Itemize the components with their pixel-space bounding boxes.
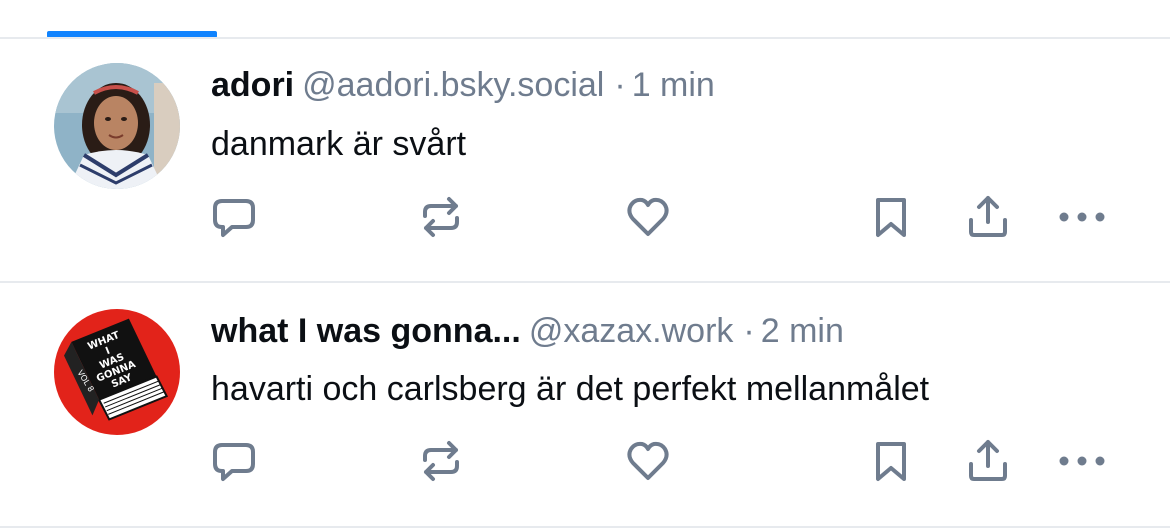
avatar[interactable] [54, 63, 180, 189]
heart-icon [627, 197, 669, 236]
repost-arrows-icon [423, 197, 459, 237]
reply-button[interactable] [206, 433, 262, 489]
repost-button[interactable] [413, 189, 469, 245]
bookmark-icon [876, 198, 906, 237]
repost-arrows-icon [423, 441, 459, 481]
share-button[interactable] [960, 433, 1016, 489]
repost-button[interactable] [413, 433, 469, 489]
post-text: havarti och carlsberg är det perfekt mel… [211, 370, 930, 408]
heart-icon [627, 441, 669, 480]
ellipsis-icon [1059, 456, 1105, 466]
share-button[interactable] [960, 189, 1016, 245]
display-name[interactable]: what I was gonna... [211, 312, 521, 350]
post-text: danmark är svårt [211, 125, 467, 163]
more-options-button[interactable] [1054, 433, 1110, 489]
handle[interactable]: @xazax.work [529, 312, 734, 350]
reply-button[interactable] [206, 189, 262, 245]
bookmark-button[interactable] [863, 433, 919, 489]
more-options-button[interactable] [1054, 189, 1110, 245]
post-header: what I was gonna... @xazax.work · 2 min [211, 309, 844, 353]
avatar[interactable]: WHAT I WAS GONNA SAY VOL 8 [54, 309, 180, 435]
display-name[interactable]: adori [211, 66, 294, 104]
bookmark-button[interactable] [863, 189, 919, 245]
speech-bubble-icon [213, 199, 255, 237]
timestamp[interactable]: 1 min [632, 66, 715, 104]
separator-dot: · [743, 312, 755, 350]
like-button[interactable] [620, 433, 676, 489]
share-upload-icon [969, 440, 1007, 481]
post-item[interactable]: WHAT I WAS GONNA SAY VOL 8 what I was go… [0, 283, 1170, 527]
timestamp[interactable]: 2 min [761, 312, 844, 350]
like-button[interactable] [620, 189, 676, 245]
post-item[interactable]: adori @aadori.bsky.social · 1 min danmark ä… [0, 39, 1170, 283]
post-header: adori @aadori.bsky.social · 1 min [211, 63, 715, 107]
separator-dot: · [614, 66, 626, 104]
share-upload-icon [969, 196, 1007, 237]
bookmark-icon [876, 442, 906, 481]
ellipsis-icon [1059, 212, 1105, 222]
handle[interactable]: @aadori.bsky.social [302, 66, 604, 104]
speech-bubble-icon [213, 443, 255, 481]
